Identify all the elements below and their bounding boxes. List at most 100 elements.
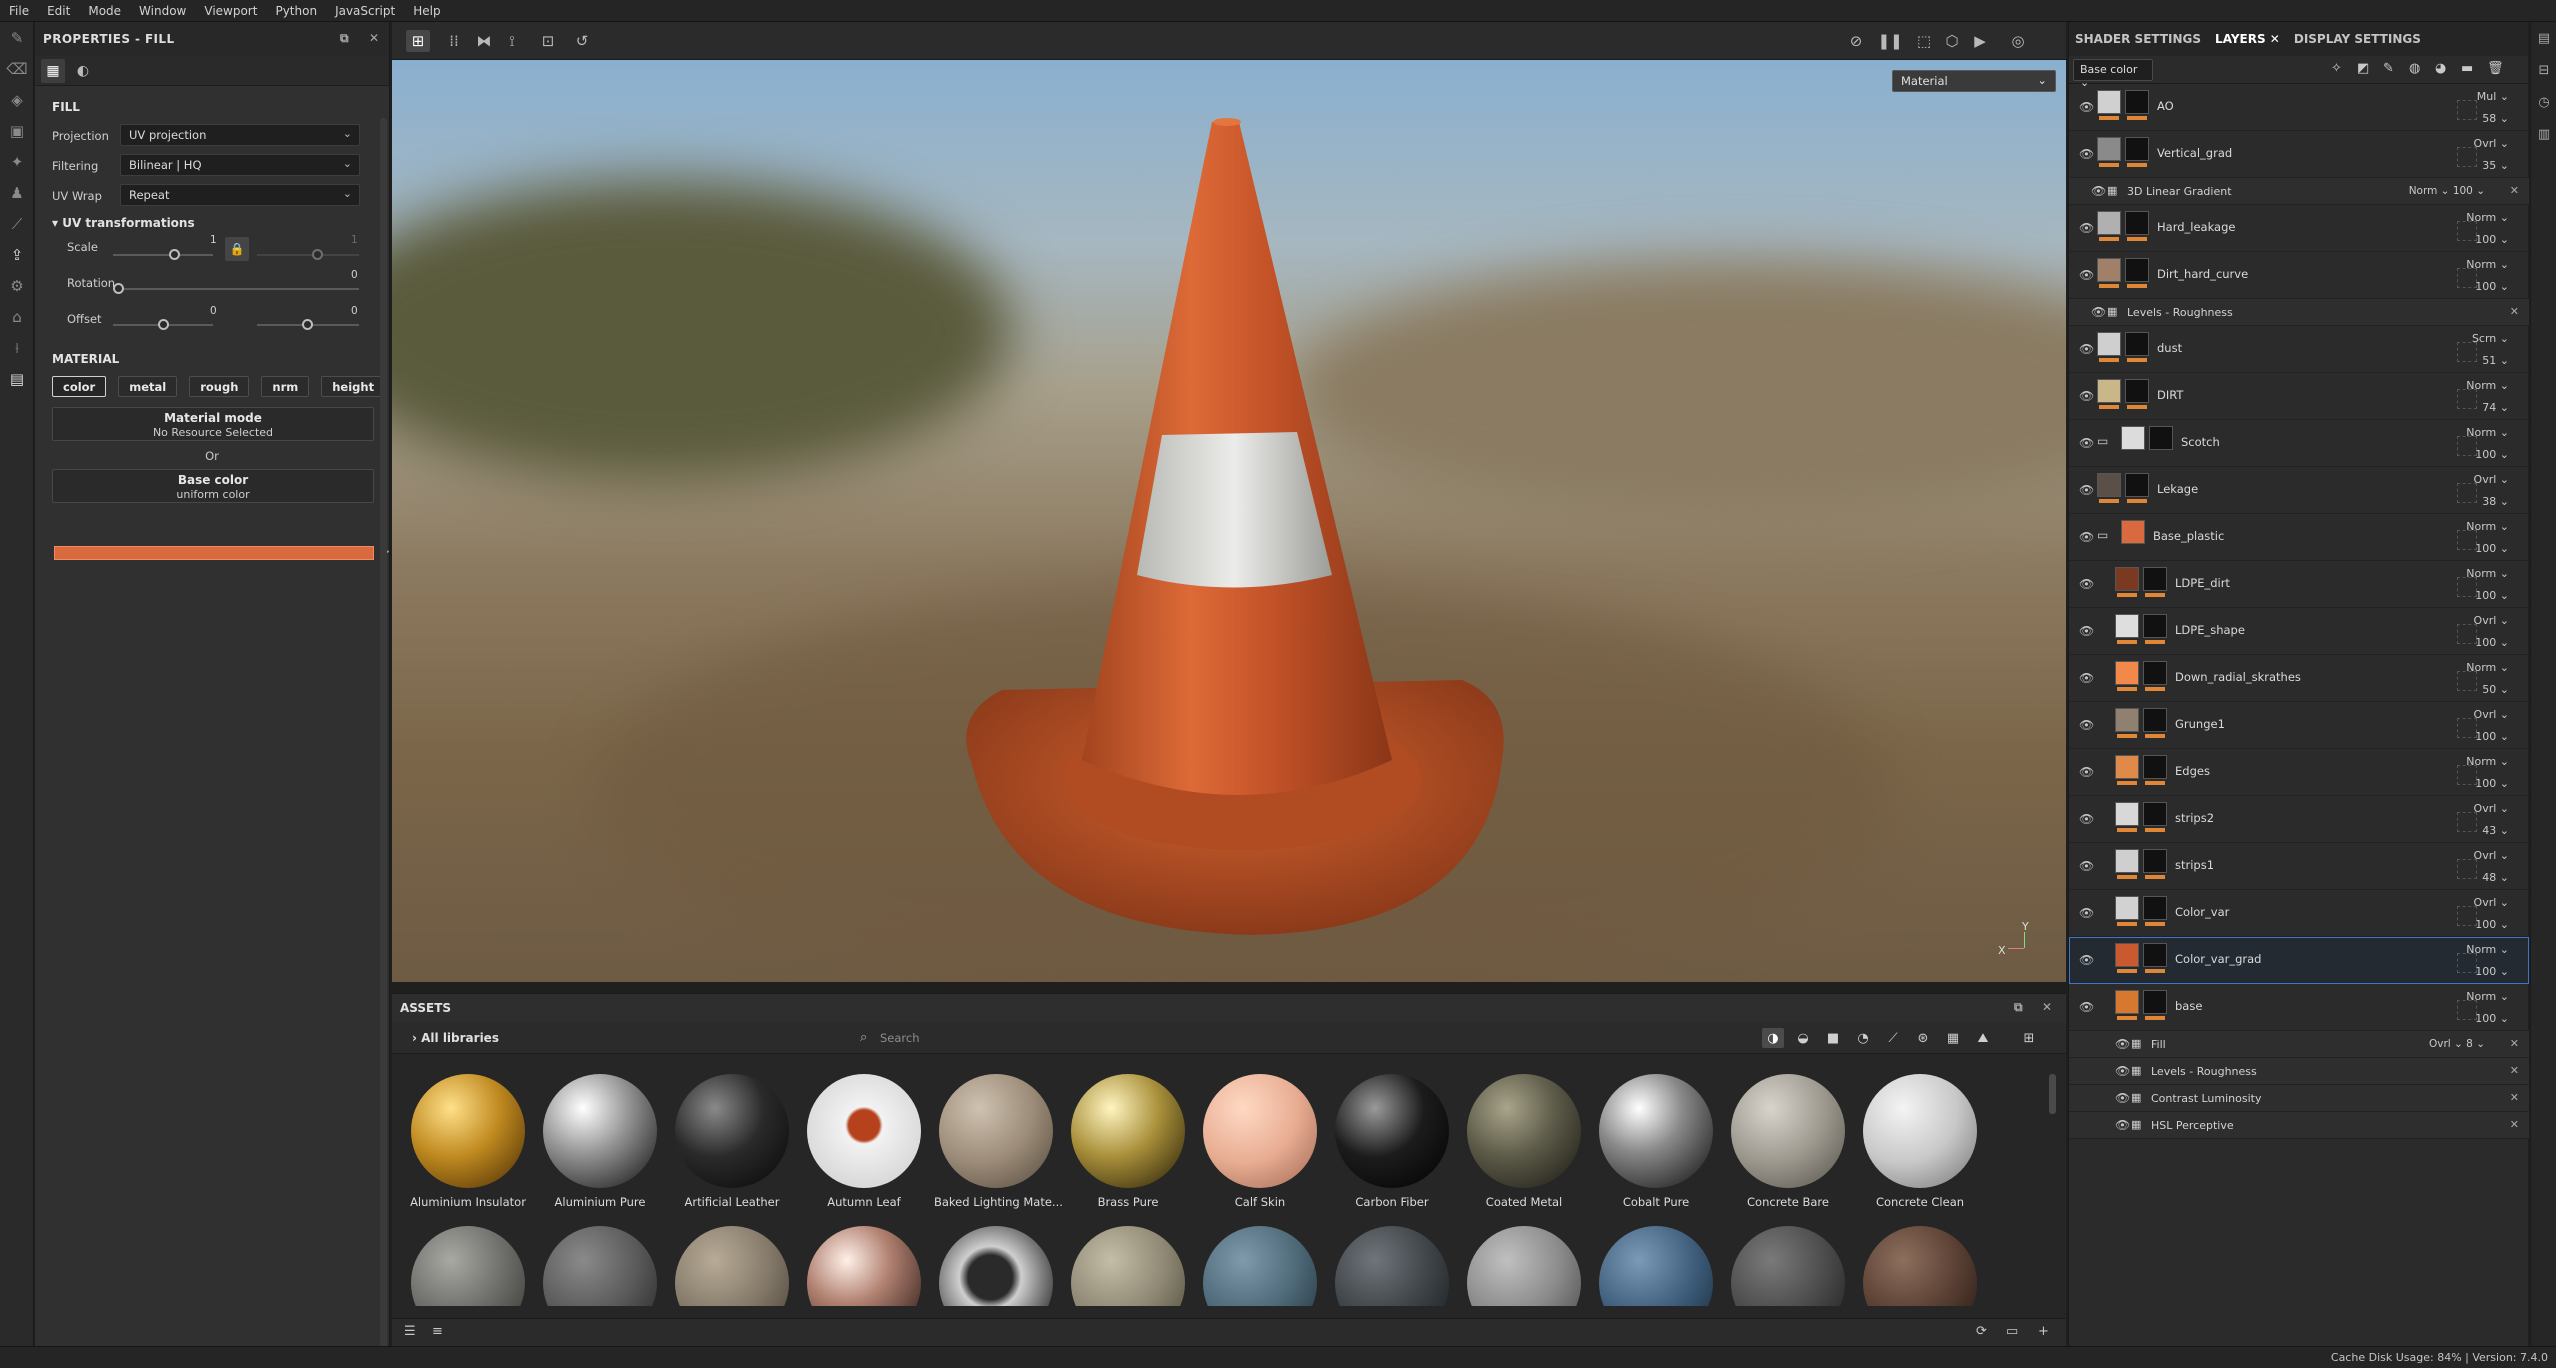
layer-selection-box[interactable] — [2457, 765, 2477, 785]
layer-opacity-dropdown[interactable]: 35 ⌄ — [2482, 159, 2509, 172]
polygon-fill-icon[interactable]: ▣ — [0, 115, 34, 146]
smudge-icon[interactable]: ✦ — [0, 146, 34, 177]
layer-opacity-dropdown[interactable]: 100 ⌄ — [2475, 777, 2509, 790]
close-icon[interactable]: ✕ — [2042, 1000, 2052, 1014]
close-icon[interactable]: ✕ — [369, 31, 379, 45]
menu-viewport[interactable]: Viewport — [195, 4, 266, 18]
add-folder-icon[interactable]: ▬ — [2461, 61, 2473, 76]
grid-layout-icon[interactable]: ⊞ — [2018, 1028, 2040, 1048]
asset-tile[interactable]: Concrete Clean — [1858, 1074, 1982, 1209]
asset-tile[interactable] — [1198, 1226, 1322, 1306]
layer-selection-box[interactable] — [2457, 577, 2477, 597]
layer-blend-mode-dropdown[interactable]: Norm ⌄ — [2466, 661, 2509, 674]
menu-edit[interactable]: Edit — [38, 4, 79, 18]
iray-icon[interactable]: ⌂ — [0, 301, 34, 332]
layer-row[interactable]: 👁 strips2 Ovrl ⌄ 43 ⌄ — [2069, 796, 2529, 843]
camera-fit-icon[interactable]: ⊡ — [536, 30, 560, 52]
menu-window[interactable]: Window — [130, 4, 195, 18]
layer-row[interactable]: 👁 Vertical_grad Ovrl ⌄ 35 ⌄ — [2069, 131, 2529, 178]
eye-icon[interactable]: 👁 — [2079, 1000, 2094, 1014]
layer-selection-box[interactable] — [2457, 100, 2477, 120]
tab-shader-settings[interactable]: SHADER SETTINGS — [2075, 32, 2201, 46]
layer-opacity-dropdown[interactable]: 100 ⌄ — [2475, 730, 2509, 743]
layer-row[interactable]: 👁 Lekage Ovrl ⌄ 38 ⌄ — [2069, 467, 2529, 514]
uv-wrap-dropdown[interactable]: Repeat ⌄ — [120, 184, 360, 206]
asset-tile[interactable] — [1462, 1226, 1586, 1306]
eye-icon[interactable]: 👁 — [2115, 1118, 2130, 1132]
layer-selection-box[interactable] — [2457, 436, 2477, 456]
eye-icon[interactable]: 👁 — [2079, 221, 2094, 235]
layer-opacity-dropdown[interactable]: 51 ⌄ — [2482, 354, 2509, 367]
filter-grunges-icon[interactable]: ▦ — [1942, 1028, 1964, 1048]
eye-icon[interactable]: 👁 — [2079, 389, 2094, 403]
remove-effect-icon[interactable]: ✕ — [2510, 305, 2519, 318]
layer-blend-mode-dropdown[interactable]: Norm ⌄ — [2466, 567, 2509, 580]
channel-rough-toggle[interactable]: rough — [189, 376, 250, 397]
layer-blend-mode-dropdown[interactable]: Norm ⌄ — [2466, 426, 2509, 439]
uv-transformations-header[interactable]: ▾ UV transformations — [52, 216, 389, 230]
menu-python[interactable]: Python — [266, 4, 326, 18]
layer-selection-box[interactable] — [2457, 147, 2477, 167]
eye-icon[interactable]: 👁 — [2115, 1091, 2130, 1105]
texture-set-icon[interactable]: ▤ — [2531, 22, 2556, 54]
layer-row[interactable]: 👁 Dirt_hard_curve Norm ⌄ 100 ⌄ — [2069, 252, 2529, 299]
layer-opacity-dropdown[interactable]: 48 ⌄ — [2482, 871, 2509, 884]
history-icon[interactable]: ↺ — [570, 30, 594, 52]
asset-tile[interactable] — [538, 1226, 662, 1306]
eye-icon[interactable]: 👁 — [2079, 268, 2094, 282]
layer-blend-mode-dropdown[interactable]: Scrn ⌄ — [2472, 332, 2509, 345]
settings-icon[interactable]: ⊟ — [2531, 54, 2556, 86]
eye-icon[interactable]: 👁 — [2079, 577, 2094, 591]
list-options-icon[interactable]: ☰ — [404, 1324, 416, 1339]
layer-row[interactable]: 👁 DIRT Norm ⌄ 74 ⌄ — [2069, 373, 2529, 420]
base-color-slot[interactable]: Base color uniform color — [52, 469, 374, 503]
folder-icon[interactable]: ▭ — [2097, 434, 2108, 448]
filter-smart-materials-icon[interactable]: ◒ — [1792, 1028, 1814, 1048]
offset-v-handle[interactable] — [302, 319, 313, 330]
asset-tile[interactable]: Coated Metal — [1462, 1074, 1586, 1209]
layer-selection-box[interactable] — [2457, 389, 2477, 409]
eye-icon[interactable]: 👁 — [2079, 906, 2094, 920]
layer-blend-mode-dropdown[interactable]: Norm ⌄ — [2466, 379, 2509, 392]
effect-blend[interactable]: Ovrl ⌄ 8 ⌄ — [2429, 1038, 2485, 1050]
scale-u-handle[interactable] — [169, 249, 180, 260]
layer-row[interactable]: 👁 Color_var Ovrl ⌄ 100 ⌄ — [2069, 890, 2529, 937]
assets-scrollbar[interactable] — [2049, 1074, 2056, 1114]
layer-row[interactable]: 👁 Color_var_grad Norm ⌄ 100 ⌄ — [2069, 937, 2529, 984]
eye-icon[interactable]: 👁 — [2079, 100, 2094, 114]
layer-row[interactable]: 👁 Hard_leakage Norm ⌄ 100 ⌄ — [2069, 205, 2529, 252]
layer-row[interactable]: 👁 strips1 Ovrl ⌄ 48 ⌄ — [2069, 843, 2529, 890]
video-camera-icon[interactable]: ▶ — [1968, 30, 1992, 52]
asset-tile[interactable] — [406, 1226, 530, 1306]
layer-row[interactable]: 👁 Grunge1 Ovrl ⌄ 100 ⌄ — [2069, 702, 2529, 749]
eye-icon[interactable]: 👁 — [2091, 184, 2106, 198]
layer-opacity-dropdown[interactable]: 74 ⌄ — [2482, 401, 2509, 414]
remove-effect-icon[interactable]: ✕ — [2510, 1091, 2519, 1104]
channel-metal-toggle[interactable]: metal — [118, 376, 178, 397]
asset-tile[interactable]: Carbon Fiber — [1330, 1074, 1454, 1209]
layer-opacity-dropdown[interactable]: 50 ⌄ — [2482, 683, 2509, 696]
viewport-material-dropdown[interactable]: Material ⌄ — [1892, 70, 2056, 92]
log-icon[interactable]: ▥ — [2531, 118, 2556, 150]
layer-blend-mode-dropdown[interactable]: Mul ⌄ — [2477, 90, 2509, 103]
asset-tile[interactable]: Autumn Leaf — [802, 1074, 926, 1209]
layer-blend-mode-dropdown[interactable]: Norm ⌄ — [2466, 990, 2509, 1003]
add-icon[interactable]: + — [2038, 1324, 2049, 1339]
layer-selection-box[interactable] — [2457, 859, 2477, 879]
filter-environments-icon[interactable]: ⛰ — [1972, 1028, 1994, 1048]
filter-brushes-icon[interactable]: ⟋ — [1882, 1028, 1904, 1048]
folder-icon[interactable]: ▭ — [2006, 1324, 2018, 1339]
eraser-icon[interactable]: ⌫ — [0, 53, 34, 84]
layer-effect-row[interactable]: 👁 ▦ Fill Ovrl ⌄ 8 ⌄ ✕ — [2069, 1031, 2529, 1058]
eye-icon[interactable]: 👁 — [2091, 305, 2106, 319]
asset-tile[interactable] — [1330, 1226, 1454, 1306]
menu-help[interactable]: Help — [404, 4, 449, 18]
layer-blend-mode-dropdown[interactable]: Ovrl ⌄ — [2474, 896, 2509, 909]
delete-icon[interactable]: 🗑 — [2487, 61, 2504, 76]
layer-opacity-dropdown[interactable]: 100 ⌄ — [2475, 448, 2509, 461]
layer-selection-box[interactable] — [2457, 953, 2477, 973]
layer-blend-mode-dropdown[interactable]: Ovrl ⌄ — [2474, 473, 2509, 486]
magic-wand-icon[interactable]: ✧ — [2331, 61, 2342, 76]
layer-effect-row[interactable]: 👁 ▦ Levels - Roughness ✕ — [2069, 299, 2529, 326]
channel-nrm-toggle[interactable]: nrm — [261, 376, 310, 397]
